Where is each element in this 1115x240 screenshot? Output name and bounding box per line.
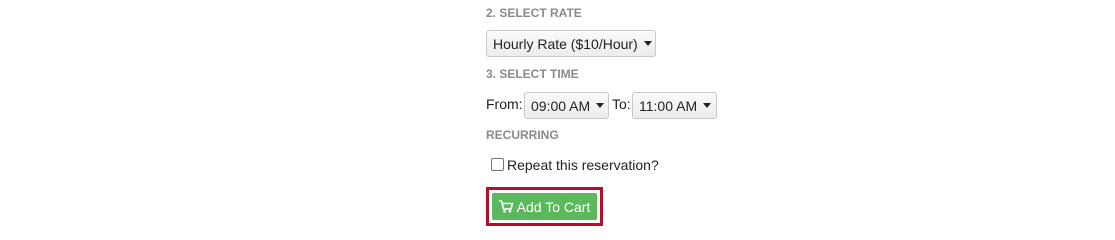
to-time-select[interactable]: 11:00 AM xyxy=(632,92,717,119)
select-time-heading: 3. SELECT TIME xyxy=(486,67,579,81)
from-time-select[interactable]: 09:00 AM xyxy=(524,92,609,119)
chevron-down-icon xyxy=(596,103,605,108)
add-to-cart-highlight: Add To Cart xyxy=(486,187,603,226)
rate-select-value: Hourly Rate ($10/Hour) xyxy=(493,35,638,52)
recurring-heading: RECURRING xyxy=(486,128,559,142)
select-rate-heading: 2. SELECT RATE xyxy=(486,6,582,20)
chevron-down-icon xyxy=(703,103,712,108)
chevron-down-icon xyxy=(643,41,652,46)
rate-select[interactable]: Hourly Rate ($10/Hour) xyxy=(486,30,656,57)
to-time-value: 11:00 AM xyxy=(639,97,698,114)
repeat-reservation-checkbox[interactable] xyxy=(491,158,504,171)
from-time-value: 09:00 AM xyxy=(531,97,591,114)
from-label: From: xyxy=(486,96,523,112)
cart-plus-icon xyxy=(498,200,513,213)
add-to-cart-button[interactable]: Add To Cart xyxy=(492,193,597,220)
repeat-reservation-label[interactable]: Repeat this reservation? xyxy=(507,157,659,173)
add-to-cart-label: Add To Cart xyxy=(516,198,591,215)
to-label: To: xyxy=(612,96,631,112)
